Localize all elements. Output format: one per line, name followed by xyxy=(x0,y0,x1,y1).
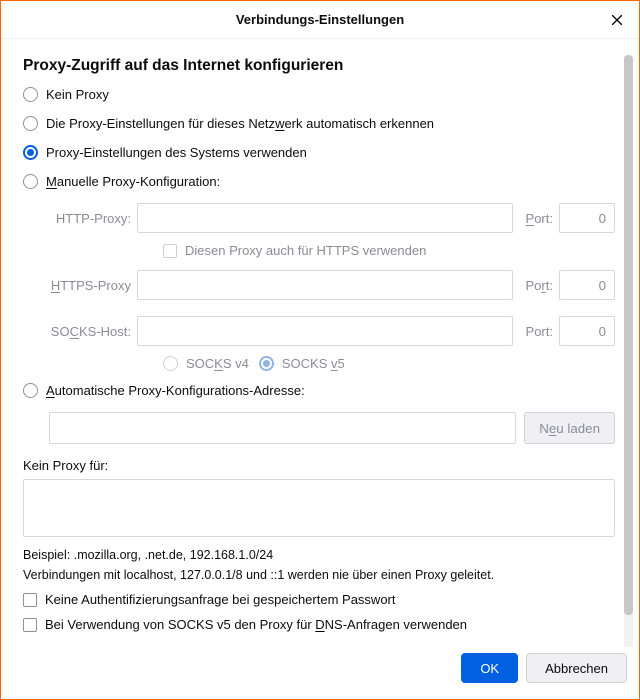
pac-url-row: Neu laden xyxy=(49,412,615,444)
radio-label: Die Proxy-Einstellungen für dieses Netzw… xyxy=(46,116,434,131)
radio-label: Proxy-Einstellungen des Systems verwende… xyxy=(46,145,307,160)
checkbox-icon xyxy=(163,244,177,258)
radio-icon xyxy=(23,145,38,160)
checkbox-icon xyxy=(23,618,37,632)
socks-host-label: SOCKS-Host: xyxy=(49,324,131,339)
https-proxy-label: HTTPS-Proxy xyxy=(49,278,131,293)
scroll-content: Proxy-Zugriff auf das Internet konfiguri… xyxy=(1,39,639,647)
radio-icon xyxy=(23,174,38,189)
radio-label: SOCKS v4 xyxy=(186,356,249,371)
radio-manual-proxy[interactable]: Manuelle Proxy-Konfiguration: xyxy=(23,174,615,189)
http-port-label: Port: xyxy=(523,211,553,226)
checkbox-icon xyxy=(23,593,37,607)
cancel-button[interactable]: Abbrechen xyxy=(526,653,627,683)
close-button[interactable] xyxy=(607,10,627,30)
section-heading: Proxy-Zugriff auf das Internet konfiguri… xyxy=(23,57,615,75)
http-port-input[interactable] xyxy=(559,203,615,233)
titlebar: Verbindungs-Einstellungen xyxy=(1,1,639,39)
radio-label: Automatische Proxy-Konfigurations-Adress… xyxy=(46,383,305,398)
radio-label: SOCKS v5 xyxy=(282,356,345,371)
https-port-label: Port: xyxy=(523,278,553,293)
share-https-label: Diesen Proxy auch für HTTPS verwenden xyxy=(185,243,426,258)
no-proxy-textarea[interactable] xyxy=(23,479,615,537)
scrollbar-thumb[interactable] xyxy=(624,55,633,615)
no-proxy-example: Beispiel: .mozilla.org, .net.de, 192.168… xyxy=(23,548,615,562)
socks-host-row: SOCKS-Host: Port: xyxy=(49,316,615,346)
http-proxy-label: HTTP-Proxy: xyxy=(49,211,131,226)
pac-url-input[interactable] xyxy=(49,412,516,444)
vertical-scrollbar[interactable] xyxy=(624,55,633,647)
radio-icon xyxy=(23,116,38,131)
http-proxy-row: HTTP-Proxy: Port: xyxy=(49,203,615,233)
close-icon xyxy=(610,13,624,27)
content-area: Proxy-Zugriff auf das Internet konfiguri… xyxy=(1,39,639,647)
radio-label: Manuelle Proxy-Konfiguration: xyxy=(46,174,220,189)
radio-pac[interactable]: Automatische Proxy-Konfigurations-Adress… xyxy=(23,383,615,398)
share-https-row[interactable]: Diesen Proxy auch für HTTPS verwenden xyxy=(163,243,615,258)
socks-dns-label: Bei Verwendung von SOCKS v5 den Proxy fü… xyxy=(45,617,467,632)
dialog-footer: OK Abbrechen xyxy=(1,647,639,699)
radio-socks-v5[interactable]: SOCKS v5 xyxy=(259,356,345,371)
socks-version-group: SOCKS v4 SOCKS v5 xyxy=(163,356,615,371)
radio-system-proxy[interactable]: Proxy-Einstellungen des Systems verwende… xyxy=(23,145,615,160)
reload-pac-button[interactable]: Neu laden xyxy=(524,412,615,444)
https-port-input[interactable] xyxy=(559,270,615,300)
https-proxy-row: HTTPS-Proxy Port: xyxy=(49,270,615,300)
radio-no-proxy[interactable]: Kein Proxy xyxy=(23,87,615,102)
dialog-title: Verbindungs-Einstellungen xyxy=(236,12,404,27)
ok-button[interactable]: OK xyxy=(461,653,518,683)
connection-settings-dialog: Verbindungs-Einstellungen Proxy-Zugriff … xyxy=(0,0,640,700)
socks-host-input[interactable] xyxy=(137,316,513,346)
radio-icon xyxy=(23,383,38,398)
http-proxy-input[interactable] xyxy=(137,203,513,233)
radio-icon xyxy=(163,356,178,371)
https-proxy-input[interactable] xyxy=(137,270,513,300)
no-proxy-label: Kein Proxy für: xyxy=(23,458,615,473)
manual-proxy-section: HTTP-Proxy: Port: Diesen Proxy auch für … xyxy=(49,203,615,371)
localhost-note: Verbindungen mit localhost, 127.0.0.1/8 … xyxy=(23,568,615,582)
socks-port-input[interactable] xyxy=(559,316,615,346)
socks-dns-row[interactable]: Bei Verwendung von SOCKS v5 den Proxy fü… xyxy=(23,617,615,632)
radio-icon xyxy=(259,356,274,371)
radio-autodetect[interactable]: Die Proxy-Einstellungen für dieses Netzw… xyxy=(23,116,615,131)
radio-socks-v4[interactable]: SOCKS v4 xyxy=(163,356,249,371)
radio-label: Kein Proxy xyxy=(46,87,109,102)
socks-port-label: Port: xyxy=(523,324,553,339)
no-auth-label: Keine Authentifizierungsanfrage bei gesp… xyxy=(45,592,396,607)
radio-icon xyxy=(23,87,38,102)
no-auth-prompt-row[interactable]: Keine Authentifizierungsanfrage bei gesp… xyxy=(23,592,615,607)
